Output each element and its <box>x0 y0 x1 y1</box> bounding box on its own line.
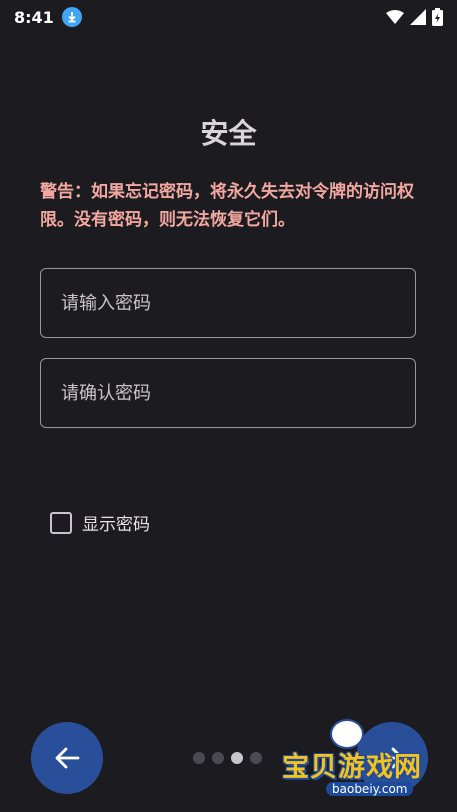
show-password-checkbox[interactable] <box>50 511 72 534</box>
watermark: 宝贝游戏网 baobeiy.com <box>278 715 430 807</box>
page-dot <box>193 752 205 764</box>
page-dot-active <box>231 752 243 764</box>
warning-message: 警告：如果忘记密码，将永久失去对令牌的访问权限。没有密码，则无法恢复它们。 <box>40 182 414 230</box>
page-dot <box>250 752 262 764</box>
status-icons <box>386 8 443 26</box>
show-password-toggle[interactable]: 显示密码 <box>50 510 150 535</box>
back-button[interactable] <box>31 722 103 794</box>
show-password-label: 显示密码 <box>82 515 150 535</box>
password-input[interactable] <box>40 268 416 338</box>
wifi-icon <box>386 10 404 24</box>
page-indicator <box>193 752 262 764</box>
page-title: 安全 <box>200 117 257 150</box>
status-time: 8:41 <box>14 7 54 27</box>
battery-charging-icon <box>432 8 443 26</box>
confirm-password-input[interactable] <box>40 358 416 428</box>
arrow-left-icon <box>55 747 80 769</box>
signal-icon <box>410 9 426 25</box>
page-dot <box>212 752 224 764</box>
watermark-text: 宝贝游戏网 <box>282 752 422 783</box>
status-bar: 8:41 <box>0 0 457 34</box>
watermark-url: baobeiy.com <box>326 782 414 796</box>
download-icon <box>61 7 82 27</box>
